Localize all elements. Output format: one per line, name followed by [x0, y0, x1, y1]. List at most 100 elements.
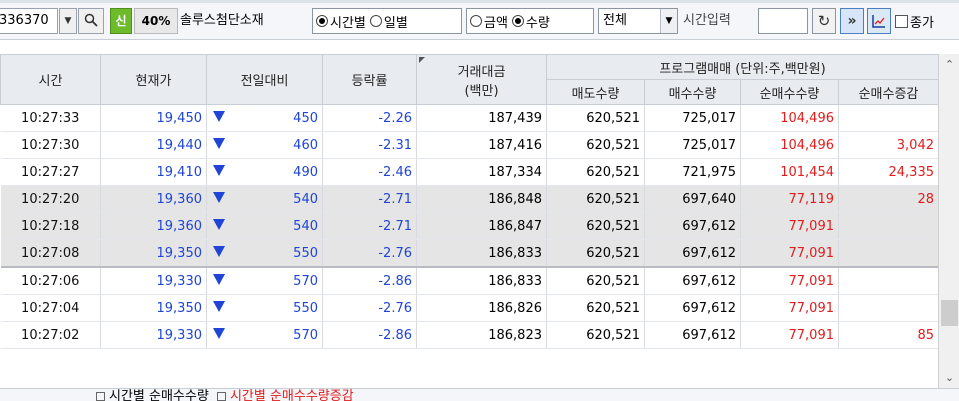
- cell-volume: 187,334: [416, 158, 547, 186]
- cell-rate: -2.76: [322, 294, 417, 322]
- sort-marker-icon: [419, 57, 425, 63]
- table-row[interactable]: 10:27:02 19,330 570 -2.86 186,823 620,52…: [0, 321, 939, 349]
- chevron-up-icon[interactable]: ⌃: [939, 58, 959, 71]
- cell-change: 570: [206, 321, 323, 349]
- cell-price: 19,450: [100, 104, 207, 132]
- cell-buy: 721,975: [644, 158, 741, 186]
- cell-time: 10:27:20: [0, 185, 101, 213]
- table-row[interactable]: 10:27:06 19,330 570 -2.86 186,833 620,52…: [0, 266, 939, 295]
- radio-dot-icon: [470, 15, 482, 27]
- closing-price-checkbox[interactable]: 종가: [895, 8, 959, 34]
- cell-buy: 697,612: [644, 266, 741, 295]
- cell-delta: 28: [838, 185, 939, 213]
- header-net-delta[interactable]: 순매수증감: [838, 79, 939, 105]
- radio-amount[interactable]: 금액: [470, 12, 508, 31]
- cell-change-value: 570: [293, 327, 318, 343]
- cell-rate: -2.86: [322, 321, 417, 349]
- cell-change-value: 570: [293, 273, 318, 289]
- cell-rate: -2.46: [322, 158, 417, 186]
- radio-dot-icon: [316, 15, 328, 27]
- filter-select[interactable]: 전체 ▼: [598, 8, 678, 34]
- chart-legend: 시간별 순매수수량 시간별 순매수수량증감: [92, 390, 354, 401]
- header-time[interactable]: 시간: [0, 54, 101, 105]
- down-arrow-icon: [213, 219, 225, 230]
- time-input[interactable]: [758, 8, 808, 34]
- chevron-down-icon[interactable]: ▼: [59, 8, 77, 34]
- cell-sell: 620,521: [546, 185, 645, 213]
- chevron-down-icon[interactable]: ⌄: [939, 371, 959, 384]
- table-row[interactable]: 10:27:08 19,350 550 -2.76 186,833 620,52…: [0, 239, 939, 268]
- cell-buy: 697,640: [644, 185, 741, 213]
- cell-buy: 697,612: [644, 321, 741, 349]
- header-volume[interactable]: 거래대금 (백만): [416, 54, 547, 105]
- down-arrow-icon: [213, 301, 225, 312]
- cell-rate: -2.31: [322, 131, 417, 159]
- radio-dot-icon: [511, 15, 524, 27]
- cell-time: 10:27:02: [0, 321, 101, 349]
- header-buy-qty[interactable]: 매수수량: [644, 79, 741, 105]
- search-icon: [84, 13, 98, 27]
- cell-rate: -2.71: [322, 212, 417, 240]
- view-radio-group: 시간별 일별: [312, 8, 462, 34]
- table-row[interactable]: 10:27:18 19,360 540 -2.71 186,847 620,52…: [0, 212, 939, 240]
- header-sell-qty[interactable]: 매도수량: [546, 79, 645, 105]
- radio-hourly[interactable]: 시간별: [316, 12, 366, 31]
- vertical-scrollbar[interactable]: ⌃ ⌄: [938, 54, 959, 388]
- cell-buy: 697,612: [644, 294, 741, 322]
- stock-code-input[interactable]: 336370: [0, 8, 58, 34]
- cell-change-value: 540: [293, 218, 318, 234]
- cell-sell: 620,521: [546, 294, 645, 322]
- header-net-qty[interactable]: 순매수수량: [740, 79, 839, 105]
- header-volume-line1: 거래대금: [457, 64, 506, 80]
- cell-net: 77,091: [740, 239, 839, 268]
- cell-volume: 186,833: [416, 266, 547, 295]
- radio-label: 금액: [484, 15, 508, 31]
- refresh-button[interactable]: ↻: [812, 8, 836, 34]
- cell-delta: [838, 294, 939, 322]
- cell-change-value: 450: [293, 110, 318, 126]
- header-volume-line2: (백만): [464, 83, 499, 99]
- header-price[interactable]: 현재가: [100, 54, 207, 105]
- scrollbar-thumb[interactable]: [941, 300, 958, 326]
- cell-net: 77,091: [740, 294, 839, 322]
- grid-body: 10:27:33 19,450 450 -2.26 187,439 620,52…: [0, 104, 939, 349]
- cell-change: 540: [206, 185, 323, 213]
- cell-buy: 697,612: [644, 239, 741, 268]
- chart-button[interactable]: [867, 8, 891, 34]
- cell-net: 77,091: [740, 321, 839, 349]
- cell-volume: 187,439: [416, 104, 547, 132]
- program-trading-grid: 시간 현재가 전일대비 등락률 거래대금 (백만) 프로그램매매 (단위:주,백…: [0, 54, 939, 349]
- header-program-group: 프로그램매매 (단위:주,백만원): [546, 54, 939, 80]
- header-change[interactable]: 전일대비: [206, 54, 323, 105]
- header-rate[interactable]: 등락률: [322, 54, 417, 105]
- radio-quantity[interactable]: 수량: [511, 12, 550, 31]
- cell-net: 101,454: [740, 158, 839, 186]
- table-row[interactable]: 10:27:20 19,360 540 -2.71 186,848 620,52…: [0, 185, 939, 213]
- checkbox-label: 종가: [910, 15, 934, 31]
- cell-delta: [838, 239, 939, 268]
- legend-item-net-delta: 시간별 순매수수량증감: [229, 389, 354, 401]
- down-arrow-icon: [213, 165, 225, 176]
- radio-dot-icon: [369, 15, 382, 27]
- cell-sell: 620,521: [546, 158, 645, 186]
- down-arrow-icon: [213, 138, 225, 149]
- cell-sell: 620,521: [546, 212, 645, 240]
- cell-change: 460: [206, 131, 323, 159]
- cell-time: 10:27:06: [0, 266, 101, 295]
- table-row[interactable]: 10:27:30 19,440 460 -2.31 187,416 620,52…: [0, 131, 939, 159]
- legend-item-net-qty: 시간별 순매수수량: [109, 389, 209, 401]
- cell-volume: 186,823: [416, 321, 547, 349]
- cell-delta: [838, 212, 939, 240]
- filter-value: 전체: [603, 13, 627, 28]
- search-button[interactable]: [78, 8, 104, 34]
- chart-icon: [872, 15, 885, 28]
- table-row[interactable]: 10:27:33 19,450 450 -2.26 187,439 620,52…: [0, 104, 939, 132]
- radio-daily[interactable]: 일별: [369, 12, 408, 31]
- chart-legend-strip: 시간별 순매수수량 시간별 순매수수량증감: [0, 388, 959, 401]
- cell-volume: 186,833: [416, 239, 547, 268]
- next-page-button[interactable]: »: [840, 8, 864, 34]
- cell-buy: 725,017: [644, 131, 741, 159]
- table-row[interactable]: 10:27:04 19,350 550 -2.76 186,826 620,52…: [0, 294, 939, 322]
- cell-price: 19,330: [100, 266, 207, 295]
- table-row[interactable]: 10:27:27 19,410 490 -2.46 187,334 620,52…: [0, 158, 939, 186]
